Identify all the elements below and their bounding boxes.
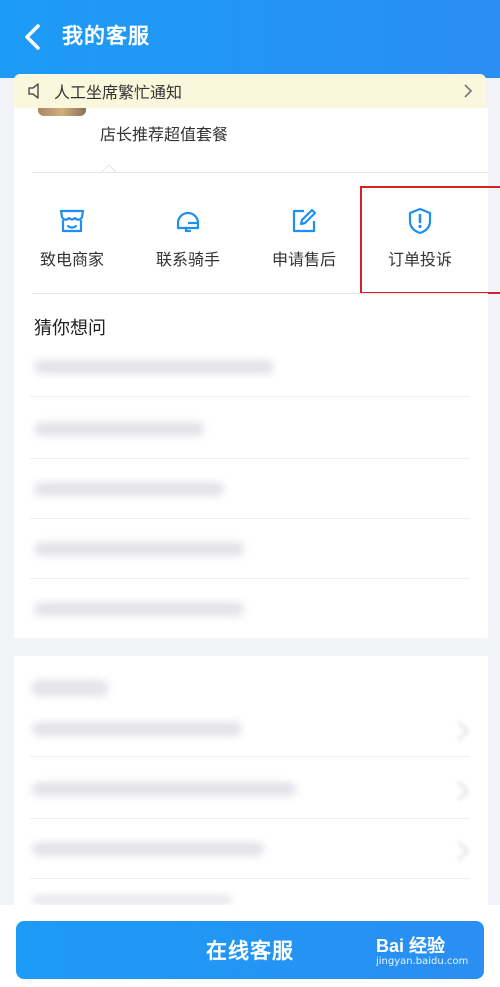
notice-text: 人工坐席繁忙通知 (54, 83, 183, 102)
divider (30, 878, 470, 879)
chevron-right-icon (449, 781, 469, 801)
watermark-url: jingyan.baidu.com (376, 956, 469, 967)
edit-icon (292, 208, 317, 233)
divider (32, 293, 488, 294)
divider (30, 458, 470, 459)
blurred-question[interactable] (34, 422, 204, 436)
order-service-card: 店长推荐超值套餐 致电商家 联系骑手 申请售后 订单投诉 (14, 108, 500, 336)
blurred-question[interactable] (34, 602, 244, 616)
divider (30, 396, 470, 397)
after-sales-button[interactable]: 申请售后 (246, 186, 362, 294)
blurred-question[interactable] (34, 542, 244, 556)
busy-notice-banner[interactable]: 人工坐席繁忙通知 (14, 74, 486, 108)
chevron-left-icon (25, 24, 40, 50)
baidu-jingyan-watermark: Bai 经验 jingyan.baidu.com (376, 932, 476, 972)
blurred-question[interactable] (32, 842, 264, 856)
blurred-question[interactable] (32, 722, 242, 736)
chevron-right-icon (464, 84, 473, 98)
hot-question-list (14, 656, 488, 905)
combo-name: 店长推荐超值套餐 (100, 125, 229, 144)
action-label: 订单投诉 (387, 250, 452, 269)
blurred-question[interactable] (32, 896, 232, 904)
action-label: 申请售后 (271, 250, 336, 269)
blurred-question[interactable] (34, 360, 274, 374)
call-merchant-button[interactable]: 致电商家 (14, 186, 130, 294)
action-row: 致电商家 联系骑手 申请售后 订单投诉 (14, 186, 488, 294)
chevron-right-icon (449, 841, 469, 861)
page-title: 我的客服 (62, 24, 150, 48)
back-button[interactable] (16, 18, 50, 56)
top-header: 我的客服 (0, 0, 500, 78)
shop-icon (59, 209, 85, 233)
food-thumbnail (38, 108, 86, 116)
caret-up-icon (102, 164, 116, 172)
blurred-question[interactable] (32, 782, 296, 796)
divider (30, 756, 470, 757)
guess-question-list (14, 336, 488, 638)
contact-rider-button[interactable]: 联系骑手 (130, 186, 246, 294)
chevron-right-icon (449, 721, 469, 741)
divider (30, 578, 470, 579)
blurred-question[interactable] (34, 482, 224, 496)
blurred-section-title (32, 680, 108, 696)
action-label: 联系骑手 (155, 250, 220, 269)
divider (30, 818, 470, 819)
divider (30, 518, 470, 519)
complaint-shield-icon (408, 207, 432, 235)
rider-helmet-icon (176, 211, 200, 233)
watermark-brand: Bai 经验 (376, 936, 446, 956)
speaker-icon (28, 83, 39, 99)
action-label: 致电商家 (39, 250, 104, 269)
divider (32, 172, 488, 173)
order-complaint-button[interactable]: 订单投诉 (362, 186, 478, 294)
